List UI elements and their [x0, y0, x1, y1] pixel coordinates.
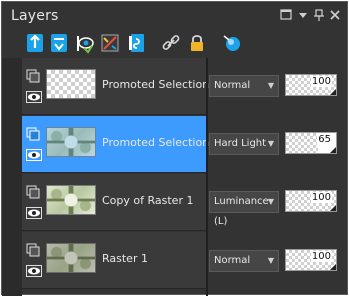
- blend-mode-value: Hard Light: [214, 138, 267, 149]
- layer-name: Copy of Raster 1: [102, 194, 194, 207]
- column-divider[interactable]: [206, 58, 208, 296]
- opacity-field[interactable]: 100: [285, 74, 337, 96]
- layers-gutter: [2, 58, 22, 296]
- opacity-slider-icon: [330, 264, 336, 270]
- opacity-slider-icon: [330, 205, 336, 211]
- layer-stack-icon[interactable]: [26, 68, 40, 83]
- chevron-down-icon: ▼: [267, 197, 274, 206]
- blend-mode-value: Normal: [214, 255, 251, 266]
- layer-row[interactable]: Copy of Raster 1: [22, 174, 206, 231]
- layer-thumbnail: [46, 69, 96, 99]
- maximize-icon[interactable]: [278, 7, 294, 23]
- blend-mode-value: Luminance (L): [214, 196, 269, 227]
- blend-mode-select[interactable]: Luminance (L) ▼: [209, 191, 279, 227]
- layer-name: Raster 1: [102, 252, 148, 265]
- dropdown-icon[interactable]: [295, 7, 311, 23]
- pin-icon[interactable]: [311, 7, 327, 23]
- layers-list: Promoted Selection Promoted Selection 1 …: [2, 58, 347, 296]
- opacity-slider-icon: [330, 89, 336, 95]
- layer-row[interactable]: Raster 1: [22, 232, 206, 289]
- blend-mode-value: Normal: [214, 80, 251, 91]
- layer-stack-icon[interactable]: [26, 126, 40, 141]
- opacity-field[interactable]: 100: [285, 190, 337, 212]
- panel-title: Layers: [11, 8, 59, 24]
- visibility-eye-icon[interactable]: [26, 88, 42, 103]
- opacity-slider-icon: [330, 147, 336, 153]
- visibility-eye-icon[interactable]: [26, 262, 42, 277]
- new-raster-layer-icon[interactable]: [24, 31, 46, 55]
- visibility-eye-icon[interactable]: [26, 146, 42, 161]
- panel-titlebar: Layers: [2, 2, 347, 30]
- layers-toolbar: [2, 30, 347, 58]
- layer-row-selected[interactable]: Promoted Selection 1: [22, 116, 220, 173]
- chevron-down-icon: ▼: [267, 139, 274, 148]
- layer-thumbnail: [46, 243, 96, 273]
- opacity-value: 100: [310, 76, 332, 87]
- new-vector-layer-icon[interactable]: [48, 31, 70, 55]
- layer-group-icon[interactable]: [126, 31, 148, 55]
- layer-name: Promoted Selection: [102, 78, 210, 91]
- close-icon[interactable]: [327, 7, 343, 23]
- blend-mode-select[interactable]: Hard Light ▼: [209, 133, 279, 155]
- layer-stack-icon[interactable]: [26, 242, 40, 257]
- layers-panel: Layers Promoted Selection Promoted Selec…: [1, 1, 348, 296]
- opacity-value: 100: [310, 251, 332, 262]
- link-mask-icon[interactable]: [74, 31, 96, 55]
- opacity-field[interactable]: 65: [285, 132, 337, 154]
- link-icon[interactable]: [160, 31, 182, 55]
- layer-name: Promoted Selection 1: [102, 136, 220, 149]
- opacity-value: 100: [310, 192, 332, 203]
- visibility-eye-icon[interactable]: [26, 204, 42, 219]
- adjustment-layer-icon[interactable]: [99, 31, 121, 55]
- opacity-field[interactable]: 100: [285, 249, 337, 271]
- chevron-down-icon: ▼: [267, 256, 274, 265]
- layer-stack-icon[interactable]: [26, 184, 40, 199]
- lock-icon[interactable]: [186, 31, 208, 55]
- layer-thumbnail: [46, 185, 96, 215]
- opacity-value: 65: [317, 134, 332, 145]
- blend-mode-select[interactable]: Normal ▼: [209, 250, 279, 272]
- blend-mode-select[interactable]: Normal ▼: [209, 75, 279, 97]
- chevron-down-icon: ▼: [267, 81, 274, 90]
- layer-properties-icon[interactable]: [221, 31, 243, 55]
- layer-thumbnail: [46, 127, 96, 157]
- layer-row[interactable]: Promoted Selection: [22, 58, 210, 115]
